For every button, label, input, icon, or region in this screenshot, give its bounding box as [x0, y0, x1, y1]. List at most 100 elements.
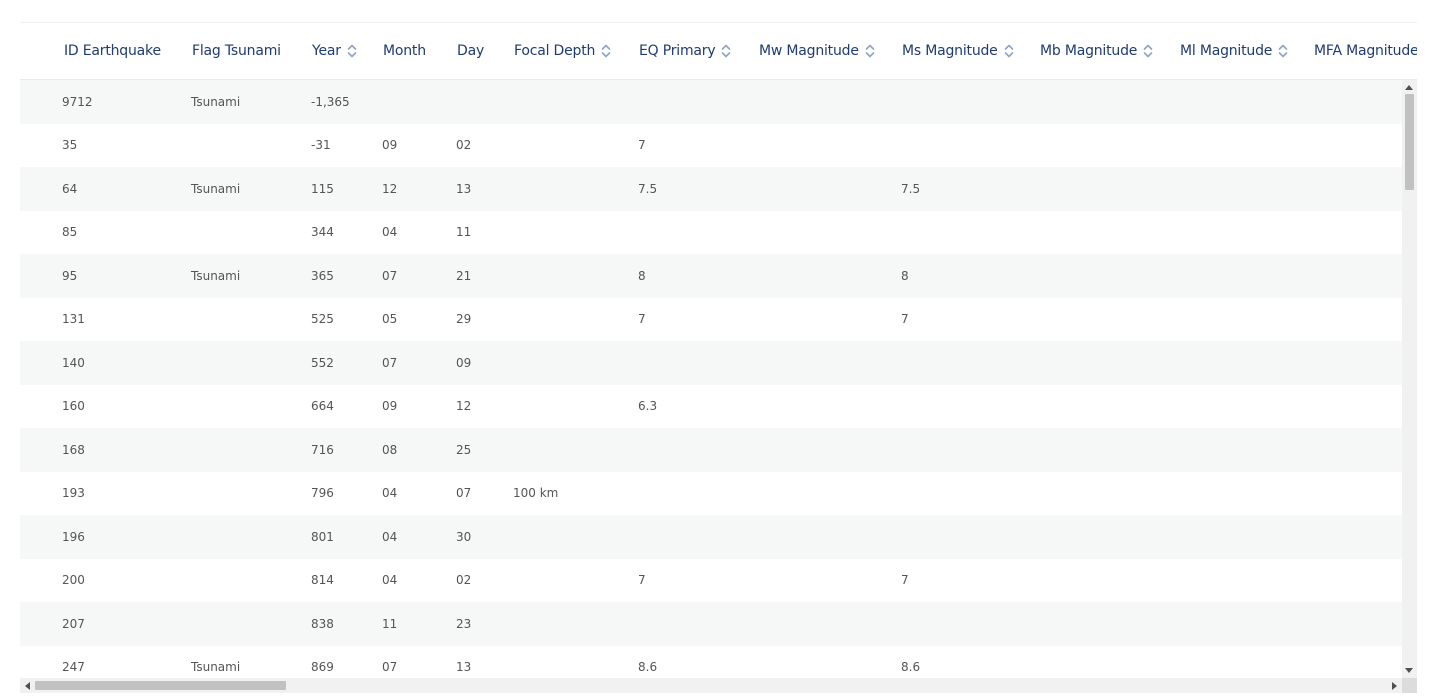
column-header-year[interactable]: Year — [312, 23, 357, 79]
cell-day: 29 — [456, 312, 472, 326]
table-row[interactable]: 193 796 04 07 100 km — [20, 472, 1402, 516]
cell-year: 115 — [311, 181, 334, 196]
column-header-flag-tsunami: Flag Tsunami — [192, 23, 281, 79]
table-row[interactable]: 200 814 04 02 7 7 — [20, 559, 1402, 603]
sort-updown-icon[interactable] — [347, 43, 357, 59]
table-row[interactable]: 140 552 07 09 — [20, 341, 1402, 385]
cell-id-earthquake: 64 — [62, 181, 78, 196]
sort-updown-icon[interactable] — [601, 43, 611, 59]
cell-day: 12 — [456, 399, 472, 413]
column-header-label: Ms Magnitude — [902, 43, 998, 59]
cell-id-earthquake: 247 — [62, 660, 85, 674]
scrollbar-corner — [1402, 678, 1417, 693]
table-row[interactable]: 196 801 04 30 — [20, 515, 1402, 559]
cell-id-earthquake: 95 — [62, 268, 78, 283]
sort-updown-icon[interactable] — [721, 43, 731, 59]
cell-year: 344 — [311, 225, 334, 239]
scroll-left-arrow-icon[interactable] — [25, 682, 30, 690]
cell-year: 525 — [311, 312, 334, 326]
cell-id-earthquake: 9712 — [62, 94, 93, 109]
scroll-down-arrow-icon[interactable] — [1405, 668, 1413, 673]
column-header-label: MFA Magnitude — [1314, 43, 1417, 59]
cell-id-earthquake: 160 — [62, 399, 85, 413]
column-header-label: Ml Magnitude — [1180, 43, 1273, 59]
column-header-id-earthquake: ID Earthquake — [64, 23, 161, 79]
cell-day: 23 — [456, 616, 472, 631]
table-row[interactable]: 85 344 04 11 — [20, 211, 1402, 255]
cell-eq-primary: 7.5 — [638, 181, 658, 196]
cell-month: 09 — [382, 399, 398, 413]
cell-id-earthquake: 35 — [62, 138, 78, 152]
column-header-mfa-magnitude[interactable]: MFA Magnitude — [1314, 23, 1417, 79]
cell-eq-primary: 8.6 — [638, 660, 658, 674]
table-row[interactable]: 168 716 08 25 — [20, 428, 1402, 472]
column-header-month: Month — [383, 23, 426, 79]
cell-eq-primary: 7 — [638, 573, 646, 587]
cell-year: 838 — [311, 616, 334, 631]
cell-ms-magnitude: 8 — [901, 268, 909, 283]
column-header-focal-depth[interactable]: Focal Depth — [514, 23, 611, 79]
cell-id-earthquake: 196 — [62, 529, 85, 544]
vertical-scrollbar[interactable] — [1402, 80, 1417, 678]
table-row[interactable]: 207 838 11 23 — [20, 602, 1402, 646]
sort-updown-icon[interactable] — [1143, 43, 1153, 59]
column-header-label: Mb Magnitude — [1040, 43, 1138, 59]
cell-id-earthquake: 85 — [62, 225, 78, 239]
sort-updown-icon[interactable] — [1004, 43, 1014, 59]
cell-year: 801 — [311, 529, 334, 544]
cell-day: 09 — [456, 355, 472, 370]
cell-id-earthquake: 207 — [62, 616, 85, 631]
cell-year: -1,365 — [311, 94, 350, 109]
column-header-mb-magnitude[interactable]: Mb Magnitude — [1040, 23, 1153, 79]
table-row[interactable]: 64 Tsunami 115 12 13 7.5 7.5 — [20, 167, 1402, 211]
table-row[interactable]: 131 525 05 29 7 7 — [20, 298, 1402, 342]
cell-day: 13 — [456, 660, 472, 674]
table-body[interactable]: 9712 Tsunami -1,365 35 -31 09 02 7 64 Tsunami 115 1… — [20, 80, 1402, 678]
cell-month: 09 — [382, 138, 398, 152]
column-header-ml-magnitude[interactable]: Ml Magnitude — [1180, 23, 1288, 79]
cell-id-earthquake: 168 — [62, 442, 85, 457]
cell-month: 12 — [382, 181, 398, 196]
vertical-scroll-thumb[interactable] — [1405, 94, 1414, 190]
scroll-right-arrow-icon[interactable] — [1392, 682, 1397, 690]
cell-year: 796 — [311, 486, 334, 500]
table-row[interactable]: 247 Tsunami 869 07 13 8.6 8.6 — [20, 646, 1402, 679]
cell-eq-primary: 7 — [638, 138, 646, 152]
column-header-label: Focal Depth — [514, 43, 596, 59]
cell-ms-magnitude: 8.6 — [901, 660, 921, 674]
scroll-up-arrow-icon[interactable] — [1405, 85, 1413, 90]
sort-updown-icon[interactable] — [865, 43, 875, 59]
horizontal-scroll-thumb[interactable] — [35, 681, 286, 690]
column-header-ms-magnitude[interactable]: Ms Magnitude — [902, 23, 1014, 79]
table-row[interactable]: 160 664 09 12 6.3 — [20, 385, 1402, 429]
cell-id-earthquake: 140 — [62, 355, 85, 370]
table-row[interactable]: 9712 Tsunami -1,365 — [20, 80, 1402, 124]
column-header-label: Flag Tsunami — [192, 43, 281, 59]
cell-day: 11 — [456, 225, 472, 239]
column-header-eq-primary[interactable]: EQ Primary — [639, 23, 731, 79]
column-header-label: EQ Primary — [639, 43, 716, 59]
cell-year: 716 — [311, 442, 334, 457]
cell-flag-tsunami: Tsunami — [191, 268, 241, 283]
cell-id-earthquake: 200 — [62, 573, 85, 587]
data-table: ID Earthquake Flag Tsunami Year Month Day Foc… — [20, 22, 1417, 693]
table-row[interactable]: 35 -31 09 02 7 — [20, 124, 1402, 168]
cell-ms-magnitude: 7 — [901, 312, 909, 326]
horizontal-scrollbar[interactable] — [20, 678, 1402, 693]
cell-year: 814 — [311, 573, 334, 587]
cell-month: 04 — [382, 225, 398, 239]
table-row[interactable]: 95 Tsunami 365 07 21 8 8 — [20, 254, 1402, 298]
cell-day: 02 — [456, 138, 472, 152]
column-header-label: Mw Magnitude — [759, 43, 859, 59]
column-header-label: Month — [383, 43, 426, 59]
cell-flag-tsunami: Tsunami — [191, 181, 241, 196]
cell-day: 07 — [456, 486, 472, 500]
cell-day: 30 — [456, 529, 472, 544]
cell-month: 04 — [382, 486, 398, 500]
cell-month: 08 — [382, 442, 398, 457]
sort-updown-icon[interactable] — [1278, 43, 1288, 59]
cell-month: 04 — [382, 529, 398, 544]
cell-day: 13 — [456, 181, 472, 196]
column-header-label: Day — [457, 43, 485, 59]
column-header-mw-magnitude[interactable]: Mw Magnitude — [759, 23, 875, 79]
